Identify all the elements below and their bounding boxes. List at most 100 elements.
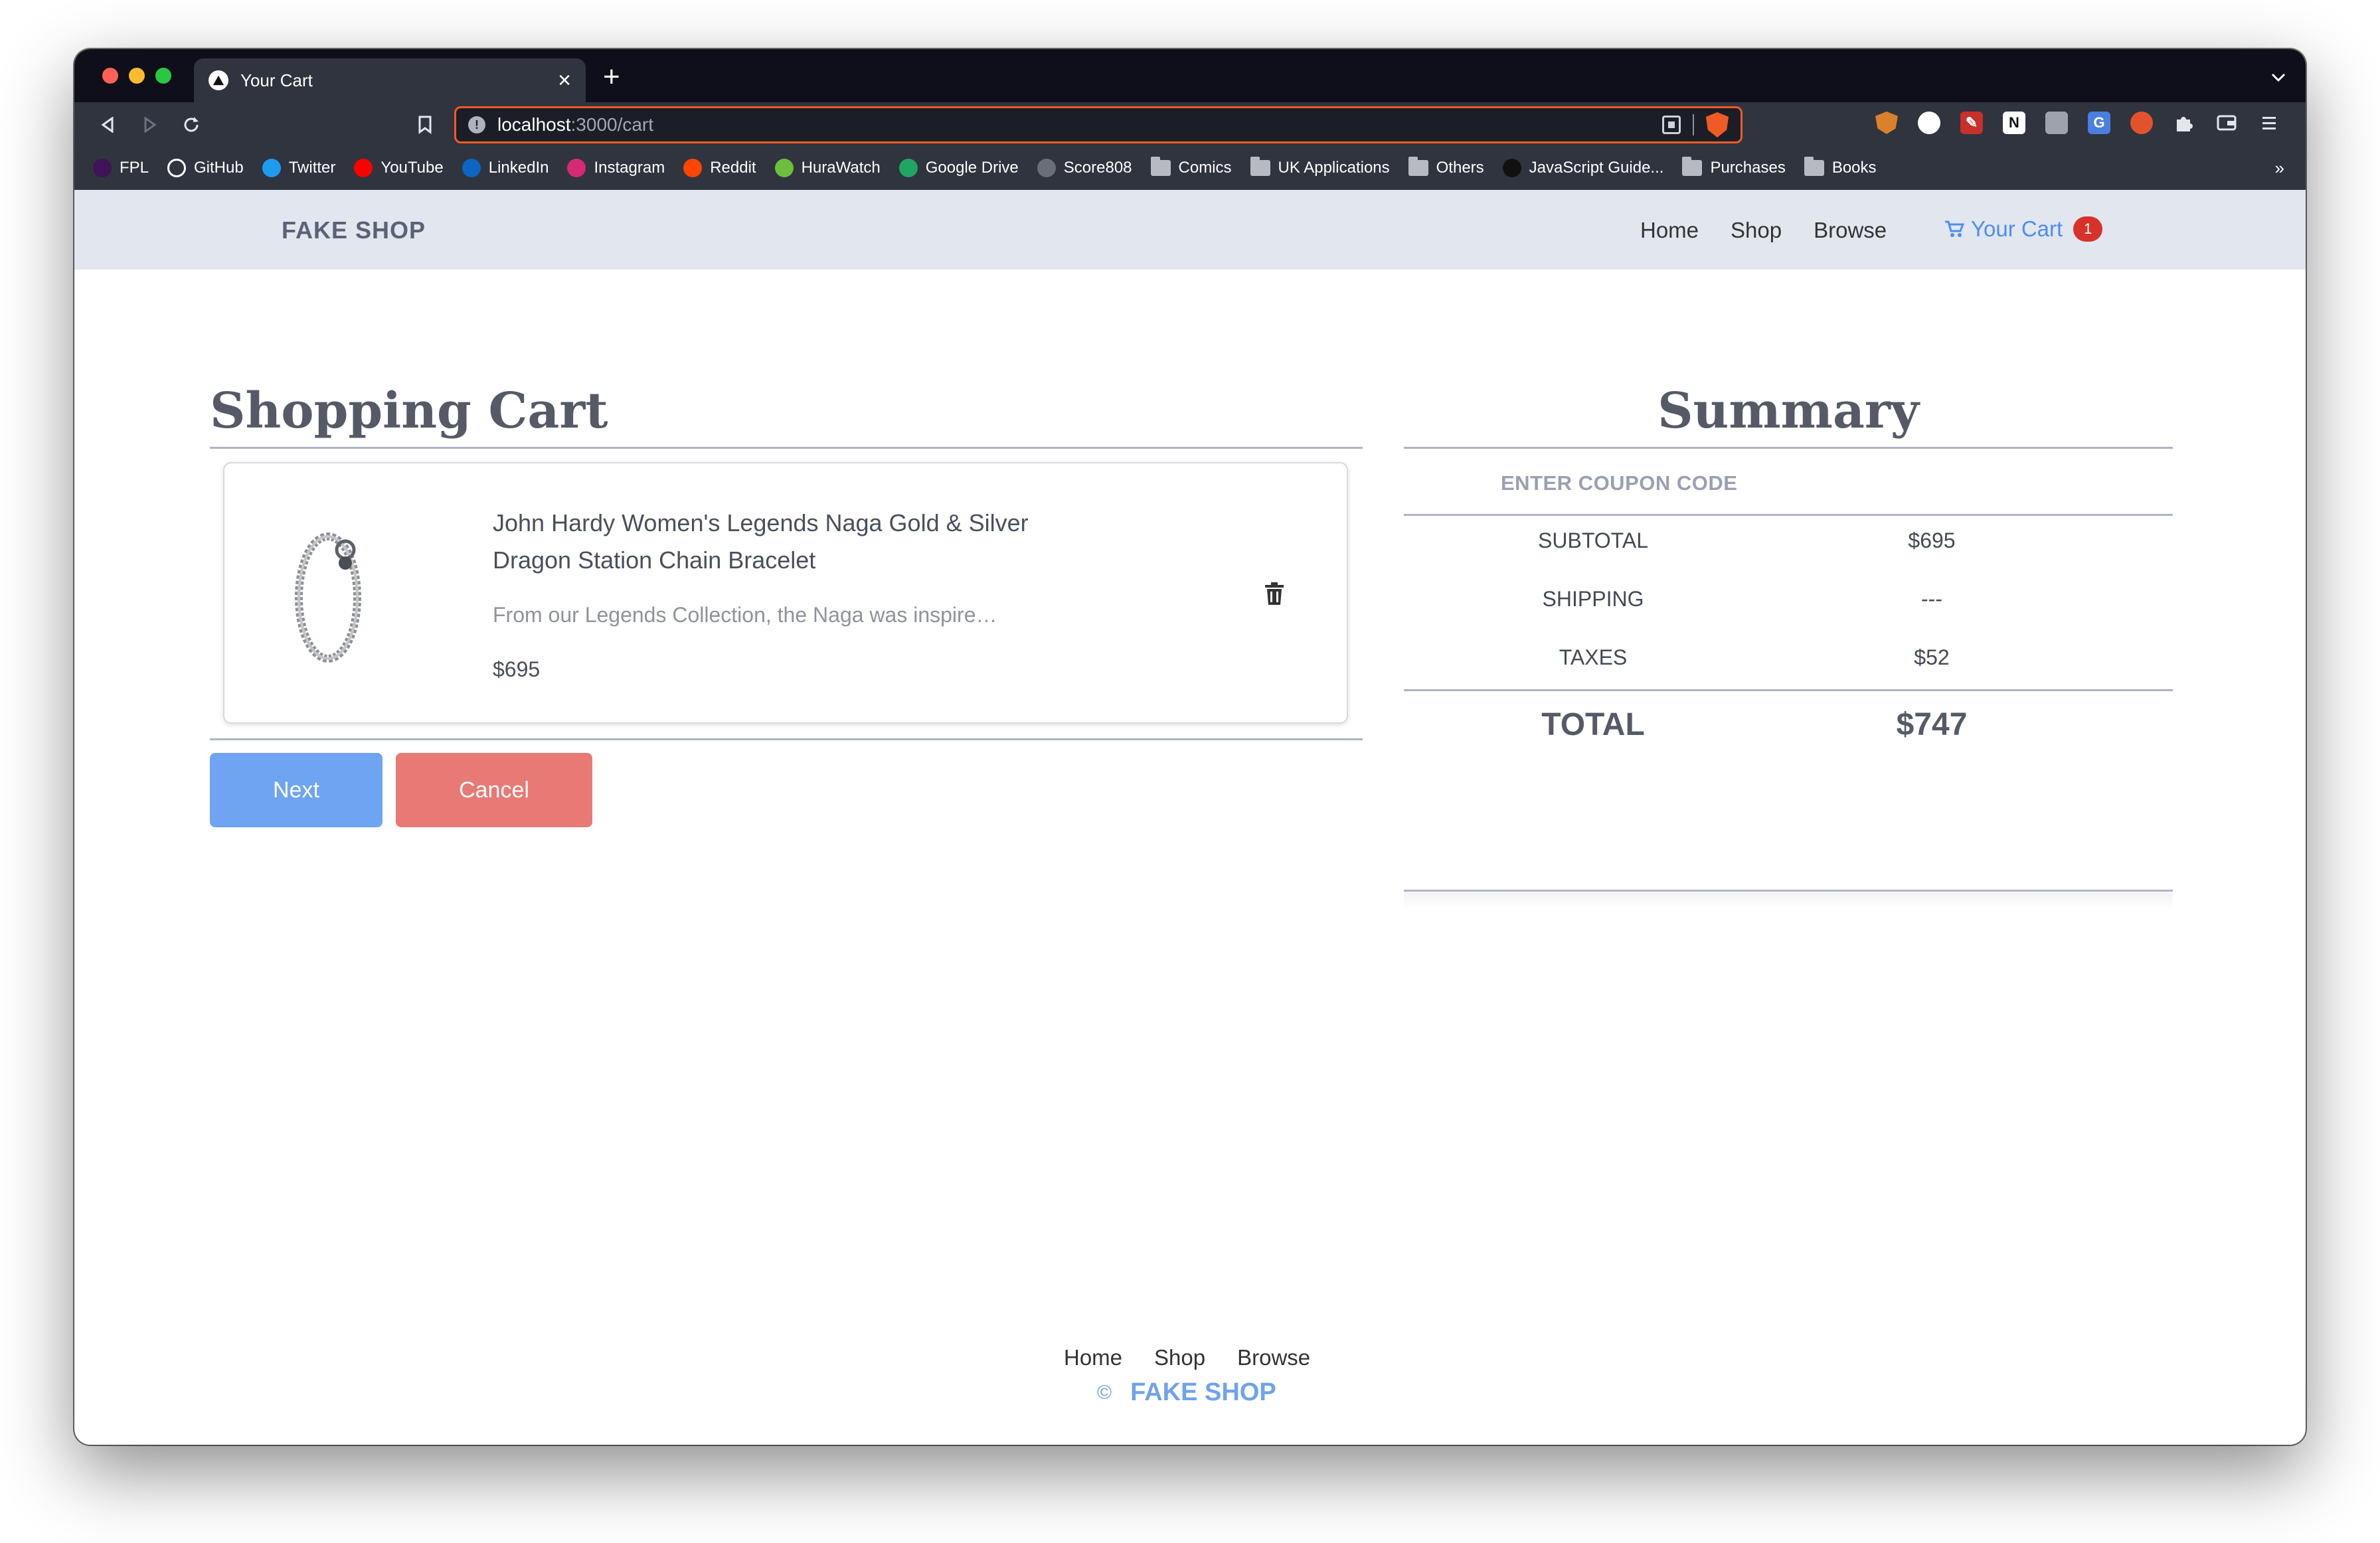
forward-icon[interactable] [137, 112, 163, 138]
cart-item-card: John Hardy Women's Legends Naga Gold & S… [223, 462, 1348, 724]
bookmark-item[interactable]: Score808 [1037, 159, 1132, 177]
folder-icon [1150, 157, 1171, 176]
tab-close-icon[interactable]: × [558, 69, 571, 92]
bookmark-item[interactable]: YouTube [354, 159, 444, 177]
close-window-button[interactable] [102, 68, 118, 84]
fpl-icon [93, 159, 112, 177]
bookmark-item[interactable]: Purchases [1682, 157, 1786, 177]
bookmark-item[interactable]: GitHub [167, 159, 244, 177]
reload-icon[interactable] [178, 112, 205, 138]
bookmark-item[interactable]: Others [1408, 157, 1484, 177]
brave-rewards-icon[interactable] [1875, 112, 1898, 134]
next-button[interactable]: Next [210, 753, 382, 827]
footer-brand-name: FAKE SHOP [1130, 1378, 1276, 1406]
summary-row-taxes: TAXES $52 [1404, 645, 2173, 685]
divider [1404, 890, 2173, 892]
divider [1404, 689, 2173, 691]
google-translate-icon[interactable]: G [2088, 112, 2110, 134]
new-tab-button[interactable]: + [603, 62, 620, 92]
extension-note-icon[interactable] [2045, 112, 2068, 134]
footer-nav: Home Shop Browse [1064, 1345, 1310, 1370]
footer-shop-link[interactable]: Shop [1154, 1345, 1205, 1370]
extension-circle-icon[interactable] [1918, 112, 1940, 134]
coupon-code-input[interactable]: ENTER COUPON CODE [1501, 471, 1737, 495]
web-page: FAKE SHOP Home Shop Browse Your Cart 1 S… [74, 190, 2306, 1406]
url-host: localhost [497, 114, 571, 135]
back-icon[interactable] [94, 112, 121, 138]
copyright-symbol: © [1097, 1381, 1112, 1404]
bookmark-item[interactable]: Books [1804, 157, 1877, 177]
nav-browse-link[interactable]: Browse [1814, 218, 1887, 243]
trash-icon[interactable] [1264, 582, 1284, 606]
bookmark-item[interactable]: Twitter [262, 159, 335, 177]
bookmark-label: Google Drive [925, 159, 1019, 177]
bookmark-item[interactable]: HuraWatch [774, 159, 881, 177]
bookmark-item[interactable]: Comics [1150, 157, 1232, 177]
bookmark-item[interactable]: JavaScript Guide... [1502, 159, 1663, 177]
cart-item-price: $695 [493, 657, 541, 681]
bookmark-label: LinkedIn [488, 159, 549, 177]
bookmark-icon[interactable] [412, 112, 438, 138]
google-drive-icon [898, 159, 918, 177]
address-bar[interactable]: ! localhost:3000/cart [454, 106, 1742, 143]
notion-icon[interactable]: N [2003, 112, 2025, 134]
tab-your-cart[interactable]: Your Cart × [194, 58, 586, 102]
tab-title: Your Cart [240, 70, 313, 90]
shipping-value: --- [1921, 587, 1942, 611]
tab-bar: Your Cart × + [74, 49, 2306, 102]
window-controls [102, 68, 171, 84]
bookmark-item[interactable]: Reddit [683, 159, 756, 177]
summary-row-shipping: SHIPPING --- [1404, 587, 2173, 627]
bookmark-label: Score808 [1063, 159, 1132, 177]
bookmark-item[interactable]: Instagram [567, 159, 665, 177]
tab-list-chevron-down-icon[interactable] [2271, 66, 2286, 87]
bookmark-label: Comics [1178, 159, 1232, 177]
bookmark-label: YouTube [381, 159, 444, 177]
minimize-window-button[interactable] [129, 68, 145, 84]
site-brand-logo[interactable]: FAKE SHOP [282, 216, 426, 244]
wallet-icon[interactable] [2215, 112, 2238, 134]
extension-palette-icon[interactable] [2130, 112, 2153, 134]
divider [210, 447, 1363, 449]
bookmark-label: Instagram [594, 159, 665, 177]
subtotal-label: SUBTOTAL [1538, 528, 1648, 552]
bookmarks-bar: FPL GitHub Twitter YouTube LinkedIn Instagram… [74, 146, 2306, 190]
summary-shadow [1404, 892, 2173, 908]
github-icon [167, 159, 187, 177]
bookmarks-overflow-icon[interactable]: » [2275, 158, 2284, 179]
summary-title: Summary [1658, 382, 1919, 440]
folder-icon [1682, 157, 1703, 176]
address-bar-actions [1662, 112, 1729, 137]
site-nav: Home Shop Browse [1640, 218, 1887, 243]
extension-pen-icon[interactable]: ✎ [1960, 112, 1983, 134]
qr-code-icon[interactable] [1662, 116, 1681, 134]
menu-icon[interactable] [2258, 112, 2280, 134]
bookmark-label: UK Applications [1278, 159, 1390, 177]
maximize-window-button[interactable] [155, 68, 171, 84]
brave-shields-icon[interactable] [1706, 112, 1729, 137]
footer-browse-link[interactable]: Browse [1237, 1345, 1310, 1370]
footer-home-link[interactable]: Home [1064, 1345, 1122, 1370]
cart-item-description: From our Legends Collection, the Naga wa… [493, 603, 997, 627]
nav-home-link[interactable]: Home [1640, 218, 1699, 243]
taxes-value: $52 [1914, 645, 1950, 669]
summary-row-total: TOTAL $747 [1404, 706, 2173, 746]
cart-item-name[interactable]: John Hardy Women's Legends Naga Gold & S… [493, 505, 1037, 579]
reddit-icon [683, 159, 703, 177]
bookmark-label: FPL [120, 159, 149, 177]
cancel-button[interactable]: Cancel [396, 753, 592, 827]
bookmark-item[interactable]: LinkedIn [462, 159, 549, 177]
bookmark-item[interactable]: FPL [93, 159, 149, 177]
bookmark-item[interactable]: Google Drive [898, 159, 1019, 177]
triangle-favicon-icon [209, 70, 228, 90]
divider [210, 738, 1363, 740]
bookmark-item[interactable]: UK Applications [1250, 157, 1390, 177]
nav-cart-link[interactable]: Your Cart 1 [1944, 216, 2103, 242]
browser-toolbar: ! localhost:3000/cart ✎ N G [74, 102, 2306, 146]
bookmark-label: HuraWatch [801, 159, 881, 177]
bookmark-label: Reddit [710, 159, 756, 177]
bookmark-label: Others [1436, 159, 1484, 177]
nav-shop-link[interactable]: Shop [1731, 218, 1782, 243]
extensions-puzzle-icon[interactable] [2173, 112, 2195, 134]
site-info-icon[interactable]: ! [468, 116, 485, 133]
